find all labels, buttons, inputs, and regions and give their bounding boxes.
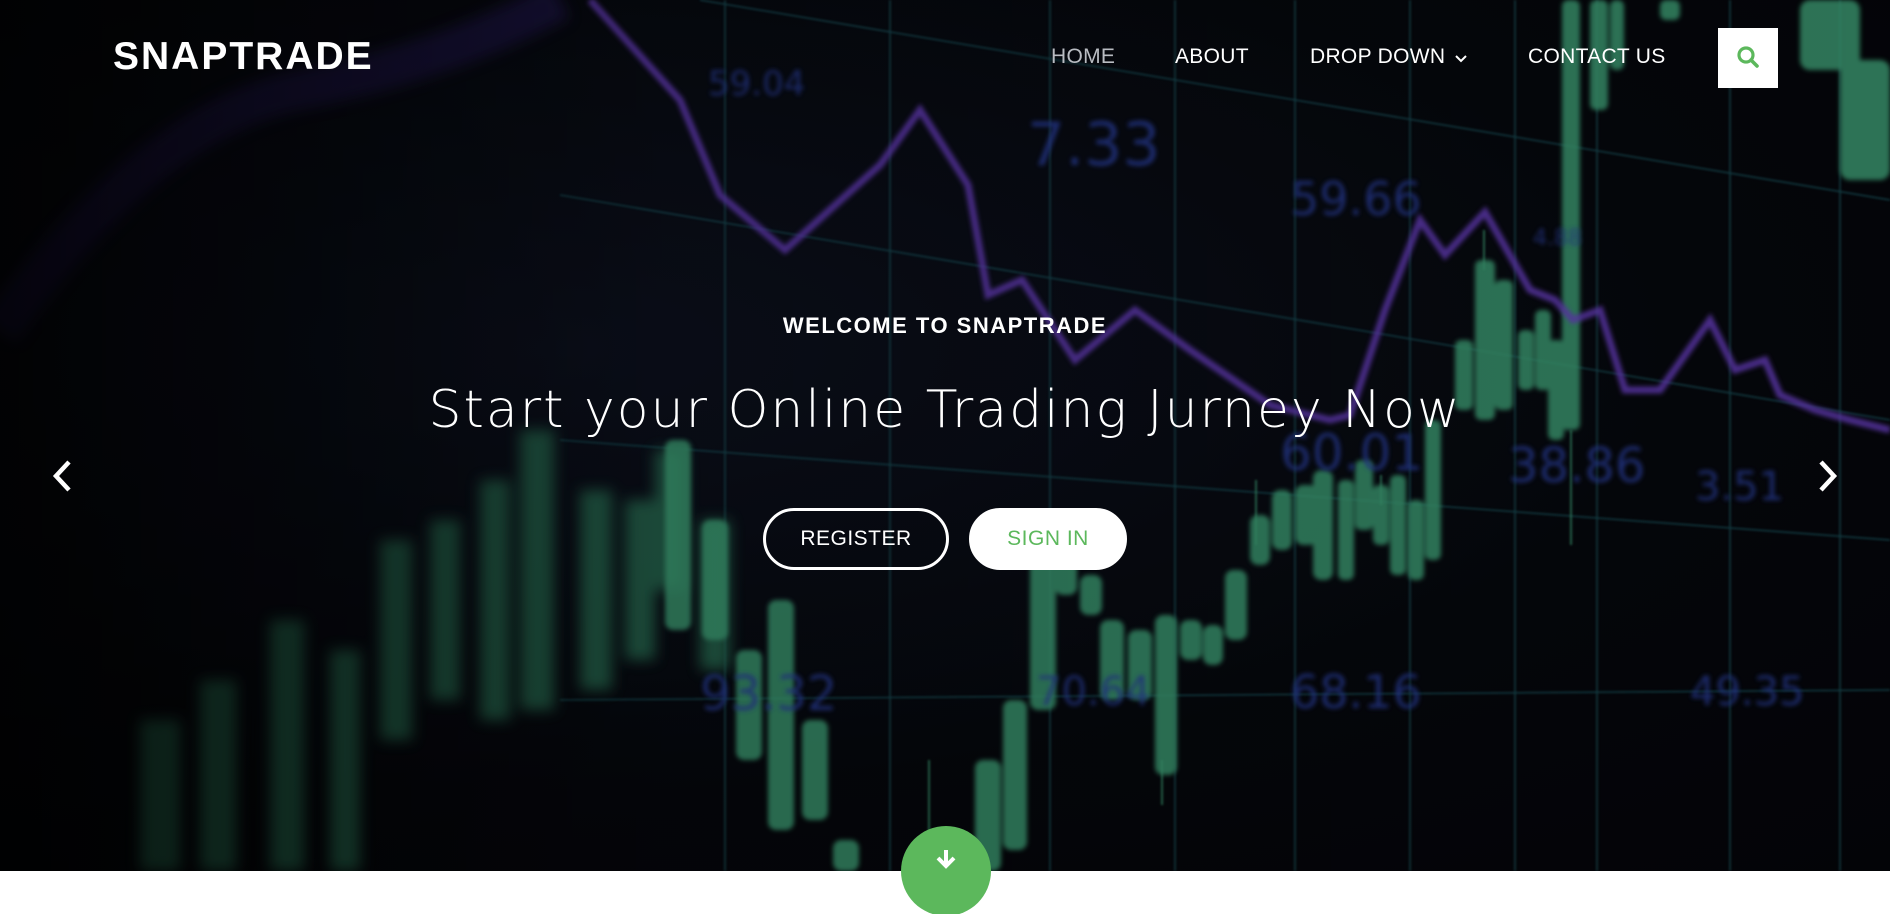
hero-headline: Start your Online Trading Jurney Now: [428, 380, 1462, 440]
arrow-down-icon: [934, 847, 958, 876]
nav-item-dropdown-label: DROP DOWN: [1310, 45, 1446, 68]
chevron-right-icon: [1817, 459, 1839, 498]
brand-logo[interactable]: SNAPTRADE: [113, 35, 374, 79]
search-icon: [1736, 45, 1760, 72]
nav-item-about[interactable]: ABOUT: [1175, 45, 1249, 69]
navbar: SNAPTRADE HOME ABOUT DROP DOWN CONTACT U…: [0, 0, 1890, 115]
chevron-down-icon: [1455, 45, 1468, 69]
signin-button[interactable]: SIGN IN: [969, 508, 1127, 570]
nav-item-contact[interactable]: CONTACT US: [1528, 45, 1666, 69]
nav-item-home[interactable]: HOME: [1051, 45, 1115, 69]
nav-item-dropdown[interactable]: DROP DOWN: [1310, 45, 1468, 69]
register-button[interactable]: REGISTER: [763, 508, 949, 570]
search-button[interactable]: [1718, 28, 1778, 88]
carousel-prev-button[interactable]: [40, 456, 84, 500]
chevron-left-icon: [51, 459, 73, 498]
hero-subtitle: WELCOME TO SNAPTRADE: [782, 313, 1108, 338]
carousel-next-button[interactable]: [1806, 456, 1850, 500]
scroll-down-button[interactable]: [901, 826, 991, 914]
